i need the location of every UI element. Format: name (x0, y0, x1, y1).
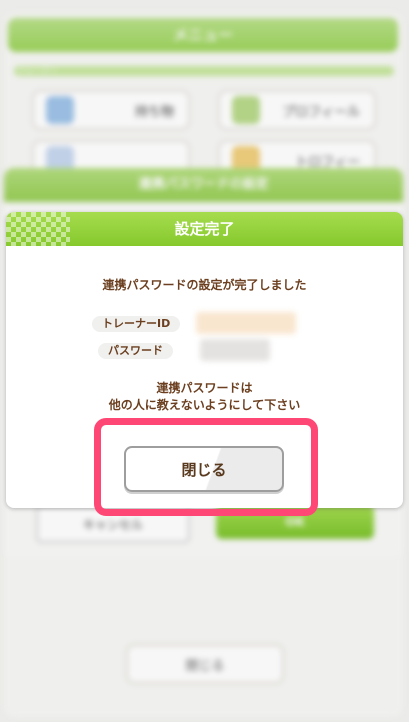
warning-line-2: 他の人に教えないようにして下さい (108, 398, 301, 412)
password-warning: 連携パスワードは 他の人に教えないようにして下さい (6, 380, 403, 414)
dialog-header: 設定完了 (6, 212, 403, 246)
password-value (200, 339, 270, 361)
trainer-id-value (196, 312, 296, 334)
diamond-pattern-icon (6, 212, 70, 246)
dialog-title: 設定完了 (174, 220, 235, 238)
password-label: パスワード (98, 343, 173, 359)
close-button[interactable]: 閉じる (124, 446, 284, 492)
warning-line-1: 連携パスワードは (156, 381, 253, 395)
completion-message: 連携パスワードの設定が完了しました (102, 278, 307, 292)
trainer-id-label: トレーナーID (92, 316, 181, 332)
